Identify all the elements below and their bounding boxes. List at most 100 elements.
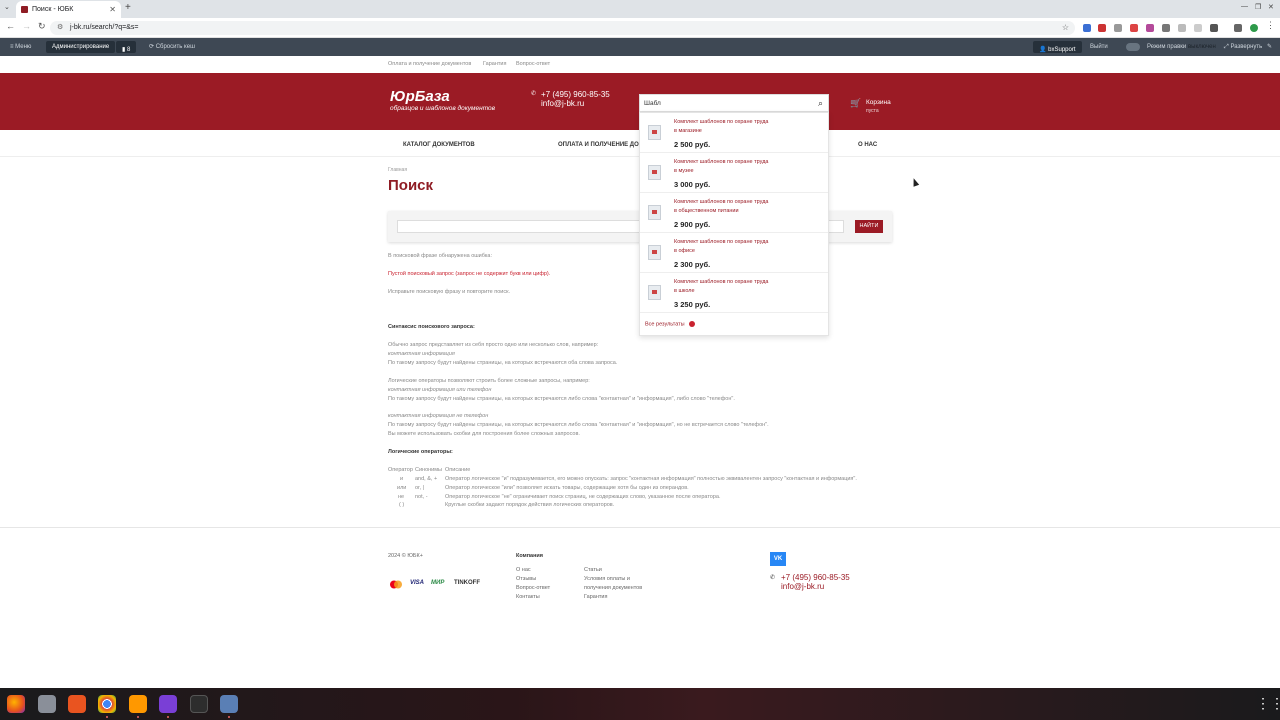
syntax-example-3: контактная информация не телефон <box>388 413 489 419</box>
product-thumbnail <box>648 165 661 180</box>
cart-label: Корзина <box>866 99 891 106</box>
suggestion-item[interactable]: Комплект шаблонов по охране труда в магаз… <box>640 113 828 153</box>
edit-mode-toggle[interactable] <box>1126 43 1140 51</box>
visa-logo: VISA <box>410 580 425 586</box>
browser-menu-icon[interactable]: ⋮ <box>1266 20 1275 31</box>
footer-link-contacts[interactable]: Контакты <box>516 594 540 600</box>
software-center-icon[interactable] <box>68 695 86 713</box>
syntax-text-5: По такому запросу будут найдены страницы… <box>388 422 769 428</box>
search-icon[interactable]: ⌕ <box>818 98 823 109</box>
find-button[interactable]: НАЙТИ <box>855 220 883 233</box>
nav-about[interactable]: О НАС <box>858 142 877 148</box>
suggestion-item[interactable]: Комплект шаблонов по охране труда в школе… <box>640 273 828 313</box>
browser-tab-active[interactable]: Поиск - ЮБК ✕ <box>16 1 121 18</box>
product-thumbnail <box>648 205 661 220</box>
forward-icon[interactable]: → <box>22 21 31 31</box>
op-or: или <box>397 485 407 491</box>
pin-icon[interactable]: ✎ <box>1267 38 1272 56</box>
phone-icon: ✆ <box>531 91 537 97</box>
new-tab-icon[interactable]: + <box>125 2 131 13</box>
browser-tab-bar: ⌄ Поиск - ЮБК ✕ + — ❐ ✕ <box>0 0 1280 18</box>
suggestion-item[interactable]: Комплект шаблонов по охране труда в офисе… <box>640 233 828 273</box>
logout-link[interactable]: Выйти <box>1090 38 1108 56</box>
restore-icon[interactable]: ❐ <box>1255 3 1261 11</box>
close-window-icon[interactable]: ✕ <box>1268 3 1274 11</box>
admin-panel: ≡ Меню Администрирование ▮ 8 ⟳ Сбросить … <box>0 38 1280 56</box>
syntax-example-1: контактная информация <box>388 351 455 357</box>
top-link-payment[interactable]: Оплата и получение документов <box>388 61 471 67</box>
footer-link-articles[interactable]: Статьи <box>584 567 602 573</box>
administration-button[interactable]: Администрирование <box>46 41 116 53</box>
op-and-synonyms: and, &, + <box>415 476 438 482</box>
firefox-icon[interactable] <box>7 695 25 713</box>
suggestion-item[interactable]: Комплект шаблонов по охране труда в музее… <box>640 153 828 193</box>
extension-icon[interactable] <box>1178 24 1186 32</box>
extension-icon[interactable] <box>1130 24 1138 32</box>
ops-header-description: Описание <box>445 467 471 473</box>
cart-status: пуста <box>866 108 879 114</box>
tab-close-icon[interactable]: ✕ <box>109 1 116 18</box>
op-not-synonyms: not, - <box>415 494 428 500</box>
cart-link[interactable]: Корзина пуста <box>866 99 891 115</box>
nav-catalog[interactable]: КАТАЛОГ ДОКУМЕНТОВ <box>403 142 475 148</box>
notifications-button[interactable]: ▮ 8 <box>116 41 137 53</box>
product-thumbnail <box>648 285 661 300</box>
extension-icon[interactable] <box>1098 24 1106 32</box>
footer-link-reviews[interactable]: Отзывы <box>516 576 536 582</box>
footer-company-title: Компания <box>516 553 544 559</box>
nav-payment[interactable]: ОПЛАТА И ПОЛУЧЕНИЕ ДОК <box>558 142 642 148</box>
phpstorm-icon[interactable] <box>159 695 177 718</box>
vk-icon[interactable]: VK <box>770 552 786 566</box>
show-apps-icon[interactable]: ⋮⋮⋮ <box>1256 696 1280 710</box>
footer-link-guarantee[interactable]: Гарантия <box>584 594 607 600</box>
extension-icon[interactable] <box>1162 24 1170 32</box>
footer-link-terms-cont[interactable]: получения документов <box>584 585 642 591</box>
extension-icon[interactable] <box>1114 24 1122 32</box>
site-logo[interactable]: ЮрБаза образцов и шаблонов документов <box>390 89 495 113</box>
minimize-icon[interactable]: — <box>1241 3 1248 10</box>
chrome-icon[interactable] <box>98 695 116 718</box>
screenshot-tool-icon[interactable] <box>220 695 238 718</box>
terminal-icon[interactable] <box>190 695 208 713</box>
syntax-text-3: Логические операторы позволяют строить б… <box>388 378 590 384</box>
extension-icon[interactable] <box>1083 24 1091 32</box>
footer-link-about[interactable]: О нас <box>516 567 531 573</box>
extension-icon[interactable] <box>1194 24 1202 32</box>
header-search-input[interactable] <box>644 97 804 110</box>
breadcrumb[interactable]: Главная <box>388 167 407 173</box>
tinkoff-logo: TINKOFF <box>454 580 480 586</box>
expand-button[interactable]: ⤢ Развернуть <box>1224 38 1262 56</box>
suggestion-item[interactable]: Комплект шаблонов по охране труда в общес… <box>640 193 828 233</box>
suggestion-price: 2 500 руб. <box>674 140 711 149</box>
top-link-guarantee[interactable]: Гарантия <box>483 61 506 67</box>
top-link-faq[interactable]: Вопрос-ответ <box>516 61 550 67</box>
footer-copyright: 2024 © ЮБК+ <box>388 553 423 559</box>
footer-phone[interactable]: +7 (495) 960-85-35 <box>781 573 850 582</box>
all-results-link[interactable]: Все результаты <box>645 321 695 327</box>
footer-link-faq[interactable]: Вопрос-ответ <box>516 585 550 591</box>
extensions-puzzle-icon[interactable] <box>1210 24 1218 32</box>
footer-divider <box>0 527 1280 528</box>
admin-menu-button[interactable]: ≡ Меню <box>10 38 31 56</box>
reading-list-icon[interactable] <box>1234 24 1242 32</box>
reload-icon[interactable]: ↻ <box>38 21 46 32</box>
cart-icon[interactable]: 🛒 <box>850 98 861 109</box>
support-user-button[interactable]: 👤 bxSupport <box>1033 41 1082 53</box>
header-search: ⌕ <box>639 94 829 112</box>
header-phone[interactable]: +7 (495) 960-85-35 <box>541 90 610 99</box>
sublime-text-icon[interactable] <box>129 695 147 718</box>
back-icon[interactable]: ← <box>6 21 15 31</box>
bookmark-star-icon[interactable]: ☆ <box>1062 21 1069 35</box>
footer-contacts: +7 (495) 960-85-35 info@j-bk.ru <box>781 573 850 591</box>
footer-link-terms[interactable]: Условия оплаты и <box>584 576 630 582</box>
profile-avatar-icon[interactable] <box>1250 24 1258 32</box>
url-text: j-bk.ru/search/?q=&s= <box>70 24 139 31</box>
site-info-icon[interactable]: ⚙ <box>57 21 63 35</box>
address-bar[interactable]: ⚙ j-bk.ru/search/?q=&s= ☆ <box>50 21 1075 35</box>
reset-cache-button[interactable]: ⟳ Сбросить кеш <box>149 38 195 56</box>
tab-search-icon[interactable]: ⌄ <box>4 3 10 11</box>
extension-icon[interactable] <box>1146 24 1154 32</box>
footer-email[interactable]: info@j-bk.ru <box>781 582 850 591</box>
files-icon[interactable] <box>38 695 56 713</box>
header-email[interactable]: info@j-bk.ru <box>541 99 610 108</box>
